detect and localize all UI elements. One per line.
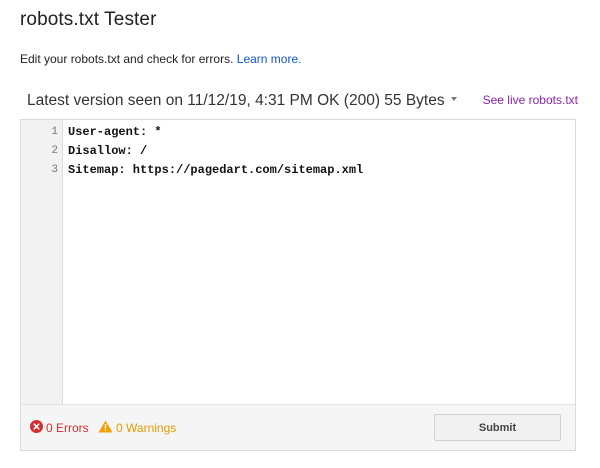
code-line[interactable]: Disallow: / (68, 144, 147, 158)
line-number-gutter: 1 2 3 (21, 120, 63, 404)
editor-panel: 1 2 3 User-agent: * Disallow: / Sitemap:… (20, 119, 576, 451)
warnings-label: 0 Warnings (116, 421, 177, 436)
status-summary: 0 Errors 0 Warnings (30, 420, 177, 437)
intro-text-row: Edit your robots.txt and check for error… (20, 52, 301, 66)
robots-tester-page: robots.txt Tester Edit your robots.txt a… (0, 0, 600, 468)
version-row: Latest version seen on 11/12/19, 4:31 PM… (27, 92, 578, 114)
warnings-count[interactable]: 0 Warnings (98, 420, 177, 436)
version-dropdown[interactable]: Latest version seen on 11/12/19, 4:31 PM… (27, 92, 457, 110)
line-number: 3 (51, 164, 58, 176)
errors-label: 0 Errors (46, 421, 89, 436)
learn-more-link[interactable]: Learn more. (237, 52, 302, 66)
editor-footer: 0 Errors 0 Warnings Submit (21, 405, 575, 450)
see-live-robots-link[interactable]: See live robots.txt (483, 93, 578, 107)
page-title: robots.txt Tester (20, 9, 157, 30)
warning-triangle-icon (98, 420, 113, 436)
caret-down-icon (450, 96, 457, 101)
line-number: 2 (51, 145, 58, 157)
code-line[interactable]: User-agent: * (68, 125, 162, 139)
errors-count[interactable]: 0 Errors (30, 420, 92, 436)
robots-editor[interactable]: 1 2 3 User-agent: * Disallow: / Sitemap:… (21, 120, 575, 405)
code-line[interactable]: Sitemap: https://pagedart.com/sitemap.xm… (68, 163, 363, 177)
line-number: 1 (51, 126, 58, 138)
intro-text: Edit your robots.txt and check for error… (20, 52, 234, 66)
submit-button[interactable]: Submit (434, 414, 561, 441)
error-circle-icon (30, 420, 43, 436)
version-label: Latest version seen on 11/12/19, 4:31 PM… (27, 92, 445, 109)
